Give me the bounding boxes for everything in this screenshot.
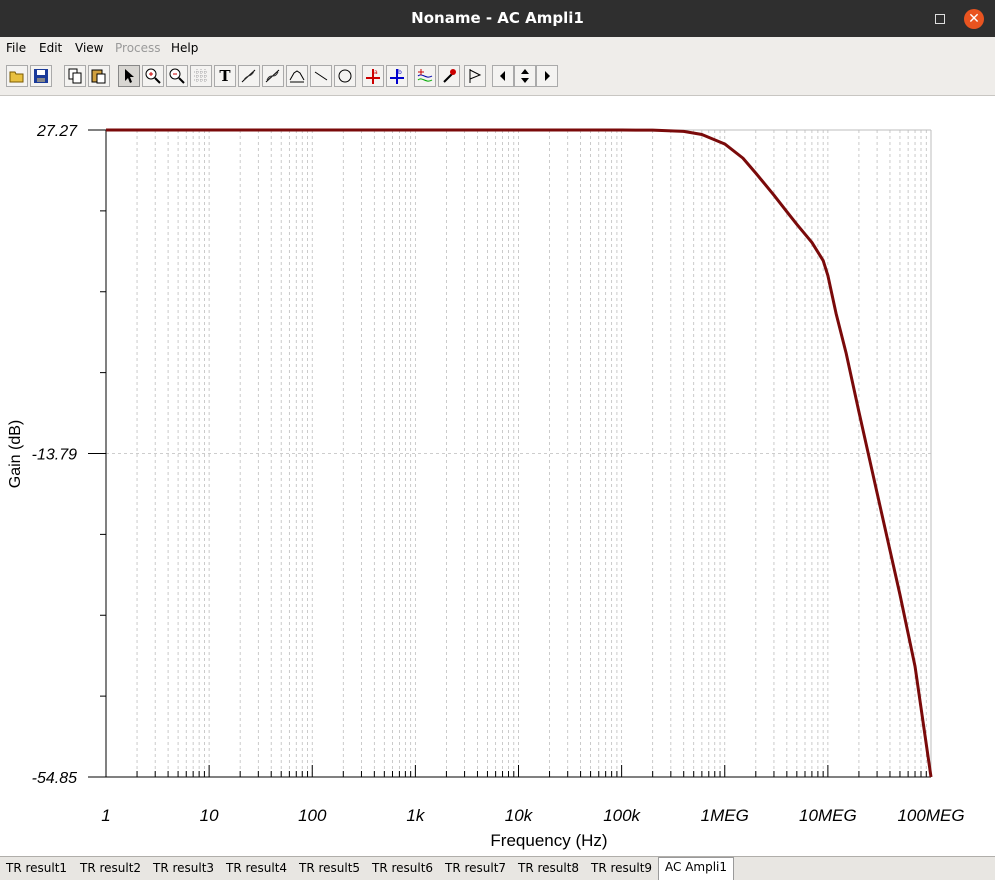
scroll-updown-icon[interactable] — [514, 65, 536, 87]
tab-tr-result3[interactable]: TR result3 — [153, 859, 214, 879]
menu-bar: File Edit View Process Help — [0, 37, 995, 60]
tab-tr-result9[interactable]: TR result9 — [591, 859, 652, 879]
x-axis-label: Frequency (Hz) — [490, 831, 607, 850]
flag-icon[interactable] — [464, 65, 486, 87]
close-button[interactable]: ✕ — [964, 9, 984, 29]
text-tool-icon[interactable]: T — [214, 65, 236, 87]
x-tick-label: 1 — [101, 806, 110, 825]
probe-add-icon[interactable] — [238, 65, 260, 87]
y-tick-label: -54.85 — [32, 770, 77, 787]
menu-view[interactable]: View — [75, 41, 103, 55]
waveform-icon[interactable] — [286, 65, 308, 87]
svg-text:b: b — [398, 69, 402, 76]
cursor-a-icon[interactable]: a — [362, 65, 384, 87]
menu-edit[interactable]: Edit — [39, 41, 62, 55]
zoom-in-icon[interactable] — [142, 65, 164, 87]
plot-area: 27.27 -13.79 -54.85 1 10 100 1k 10k 100k 1MEG 10ME… — [0, 96, 995, 856]
title-bar: Noname - AC Ampli1 ✕ — [0, 0, 995, 37]
tab-tr-result6[interactable]: TR result6 — [372, 859, 433, 879]
line-tool-icon[interactable] — [310, 65, 332, 87]
x-tick-label: 10k — [505, 806, 534, 825]
ac-gain-chart[interactable]: 27.27 -13.79 -54.85 1 10 100 1k 10k 100k 1MEG 10ME… — [0, 96, 995, 856]
svg-text:a: a — [374, 69, 378, 76]
tab-tr-result4[interactable]: TR result4 — [226, 859, 287, 879]
scroll-left-icon[interactable] — [492, 65, 514, 87]
menu-file[interactable]: File — [6, 41, 26, 55]
probe-remove-icon[interactable] — [262, 65, 284, 87]
tab-tr-result5[interactable]: TR result5 — [299, 859, 360, 879]
y-tick-label: 27.27 — [36, 123, 78, 140]
color-picker-icon[interactable] — [438, 65, 460, 87]
grid-icon[interactable] — [190, 65, 212, 87]
ellipse-tool-icon[interactable] — [334, 65, 356, 87]
y-axis-label: Gain (dB) — [7, 420, 24, 488]
menu-process[interactable]: Process — [115, 41, 161, 55]
copy-icon[interactable] — [64, 65, 86, 87]
menu-help[interactable]: Help — [171, 41, 198, 55]
zoom-100-icon[interactable] — [166, 65, 188, 87]
save-icon[interactable] — [30, 65, 52, 87]
x-tick-label: 100k — [603, 806, 641, 825]
window-title: Noname - AC Ampli1 — [411, 9, 584, 27]
tab-tr-result1[interactable]: TR result1 — [6, 859, 67, 879]
result-tabs: TR result1 TR result2 TR result3 TR resu… — [0, 856, 995, 880]
x-tick-label: 100 — [298, 806, 327, 825]
x-tick-label: 10 — [200, 806, 219, 825]
add-trace-icon[interactable] — [414, 65, 436, 87]
scroll-right-icon[interactable] — [536, 65, 558, 87]
toolbar: T a b — [0, 60, 995, 96]
tab-ac-ampli1[interactable]: AC Ampli1 — [658, 857, 735, 880]
tab-tr-result2[interactable]: TR result2 — [80, 859, 141, 879]
x-tick-label: 10MEG — [799, 806, 857, 825]
pointer-icon[interactable] — [118, 65, 140, 87]
open-folder-icon[interactable] — [6, 65, 28, 87]
maximize-button[interactable] — [935, 14, 945, 24]
x-tick-label: 1k — [406, 806, 425, 825]
cursor-b-icon[interactable]: b — [386, 65, 408, 87]
x-tick-label: 1MEG — [701, 806, 749, 825]
tab-tr-result7[interactable]: TR result7 — [445, 859, 506, 879]
paste-icon[interactable] — [88, 65, 110, 87]
tab-tr-result8[interactable]: TR result8 — [518, 859, 579, 879]
y-tick-label: -13.79 — [32, 447, 77, 464]
x-tick-label: 100MEG — [897, 806, 964, 825]
